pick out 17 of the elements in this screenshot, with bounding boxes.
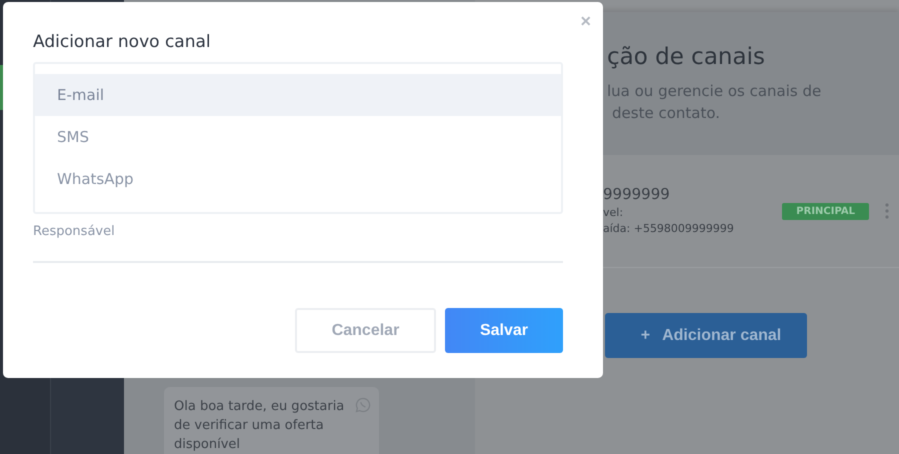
save-button[interactable]: Salvar bbox=[445, 308, 563, 353]
message-bubble: Ola boa tarde, eu gostaria de verificar uma oferta disponível bbox=[164, 387, 379, 454]
dialog-title: Adicionar novo canal bbox=[33, 32, 212, 52]
channel-detail: vel: bbox=[603, 205, 624, 221]
panel-description: lua ou gerencie os canais de bbox=[607, 81, 822, 102]
channel-number: 9999999 bbox=[603, 185, 671, 203]
field-label: Responsável bbox=[33, 224, 116, 239]
cancel-button[interactable]: Cancelar bbox=[295, 308, 436, 353]
panel-description: deste contato. bbox=[611, 103, 722, 124]
panel-title: ção de canais bbox=[607, 44, 766, 70]
channel-option[interactable]: SMS bbox=[35, 116, 561, 158]
channel-option[interactable]: WhatsApp bbox=[35, 158, 561, 200]
principal-badge: PRINCIPAL bbox=[782, 202, 869, 220]
add-channel-button[interactable]: + Adicionar canal bbox=[605, 313, 807, 358]
channel-option[interactable]: E-mail bbox=[35, 74, 561, 116]
close-button[interactable]: × bbox=[580, 12, 591, 30]
channel-detail: aída: +5598009999999 bbox=[603, 221, 735, 237]
